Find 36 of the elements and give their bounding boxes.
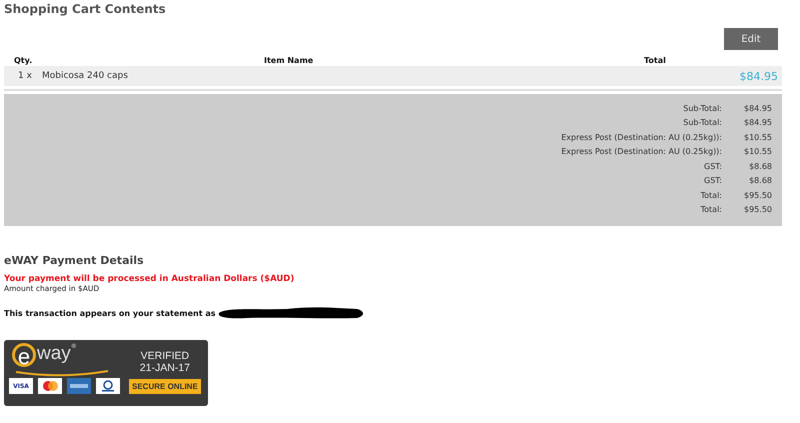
- secure-online-label: SECURE ONLINE: [129, 378, 201, 394]
- total-label: GST:: [704, 162, 722, 171]
- verified-label: VERIFIED: [140, 350, 190, 362]
- total-value: $84.95: [743, 118, 772, 128]
- total-value: $8.68: [748, 162, 772, 171]
- diners-card-icon: [96, 378, 120, 394]
- total-label: Express Post (Destination: AU (0.25kg)):: [561, 132, 722, 142]
- total-value: $84.95: [743, 104, 772, 113]
- quantity-cell-text: 1 x: [17, 71, 33, 81]
- section-title: eWAY Payment Details: [4, 253, 145, 269]
- edit-button[interactable]: Edit: [724, 28, 778, 50]
- verified-date: 21-JAN-17: [140, 362, 190, 374]
- total-label: Sub-Total:: [683, 104, 722, 113]
- column-header: Item Name: [264, 56, 314, 66]
- total-label: Sub-Total:: [683, 118, 722, 128]
- item-name-cell-text: Mobicosa 240 caps: [42, 71, 129, 81]
- total-value: $10.55: [743, 132, 772, 142]
- statement-text: This transaction appears on your statement as: [4, 308, 216, 318]
- amex-card-icon: [67, 378, 91, 394]
- total-label: Express Post (Destination: AU (0.25kg)):: [561, 147, 722, 156]
- logo-text: way: [37, 343, 71, 365]
- section-title: Shopping Cart Contents: [4, 1, 167, 18]
- total-value: $10.55: [743, 147, 772, 156]
- currency-notice: Your payment will be processed in Australian Dollars ($AUD): [4, 274, 296, 284]
- price-cell-text: $84.95: [740, 70, 779, 82]
- mastercard-icon: [38, 378, 62, 394]
- total-label: GST:: [704, 176, 722, 186]
- total-value: $95.50: [743, 205, 772, 214]
- column-header: Total: [644, 56, 666, 66]
- total-label: Total:: [700, 205, 722, 214]
- logo-letter: e: [12, 343, 36, 367]
- column-header: Qty.: [13, 56, 34, 66]
- total-value: $95.50: [743, 190, 772, 200]
- total-value: $8.68: [748, 176, 772, 186]
- swoosh-icon: [14, 369, 110, 377]
- total-label: Total:: [700, 190, 722, 200]
